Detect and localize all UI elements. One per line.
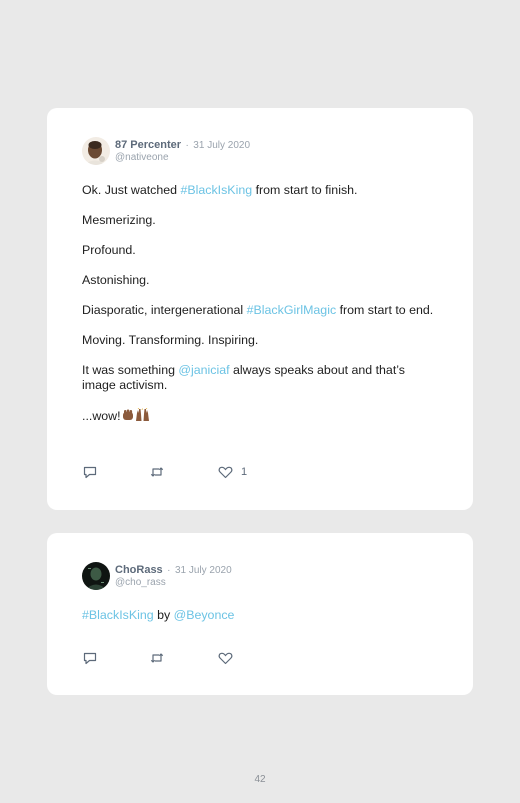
retweet-icon [149,464,165,480]
reply-button[interactable] [82,464,98,480]
author-info: 87 Percenter · 31 July 2020 @nativeone [115,138,250,164]
text-run: Diasporatic, intergenerational [82,303,247,317]
tweet-paragraph: Profound. [82,243,136,257]
text-run: by [153,608,174,622]
tweet-actions: 1 [82,464,282,480]
tweet-paragraph: Astonishing. [82,273,150,287]
retweet-button[interactable] [149,464,165,480]
avatar[interactable] [82,137,110,165]
separator: · [185,140,189,151]
avatar[interactable] [82,562,110,590]
text-run: from start to end. [336,303,434,317]
tweet-date[interactable]: 31 July 2020 [175,565,232,576]
reply-icon [82,464,98,480]
author-name[interactable]: ChoRass [115,564,163,576]
text-run: ...wow! [82,409,121,423]
tweet-paragraph: Mesmerizing. [82,213,156,227]
author-handle[interactable]: @nativeone [115,152,250,164]
author-name[interactable]: 87 Percenter [115,139,181,151]
tweet-text: #BlackIsKing by @Beyonce [82,608,437,638]
separator: · [167,565,171,576]
tweet-actions [82,650,282,666]
author-info: ChoRass · 31 July 2020 @cho_rass [115,563,232,589]
tweet-text: Ok. Just watched #BlackIsKing from start… [82,183,437,441]
hashtag-link[interactable]: #BlackIsKing [82,608,154,622]
reply-icon [82,650,98,666]
hashtag-link[interactable]: #BlackIsKing [180,183,252,197]
raised-fist-emoji-icon [121,408,135,426]
tweet-paragraph: Moving. Transforming. Inspiring. [82,333,259,347]
tweet-paragraph: Ok. Just watched #BlackIsKing from start… [82,183,437,198]
mention-link[interactable]: @janiciaf [178,363,229,377]
tweet-header: ChoRass · 31 July 2020 @cho_rass [82,561,232,591]
mention-link[interactable]: @Beyonce [174,608,235,622]
heart-icon [218,465,233,479]
tweet-header: 87 Percenter · 31 July 2020 @nativeone [82,136,250,166]
retweet-button[interactable] [149,650,165,666]
tweet-card: ChoRass · 31 July 2020 @cho_rass #BlackI… [47,533,473,695]
like-button[interactable]: 1 [218,464,247,480]
raised-hands-emoji-icon [135,407,150,426]
text-run: Ok. Just watched [82,183,181,197]
hashtag-link[interactable]: #BlackGirlMagic [247,303,337,317]
tweet-paragraph: Diasporatic, intergenerational #BlackGir… [82,303,437,318]
tweet-paragraph: It was something @janiciaf always speaks… [82,363,437,393]
text-run: It was something [82,363,179,377]
heart-icon [218,651,233,665]
tweet-paragraph: #BlackIsKing by @Beyonce [82,608,437,623]
tweet-date[interactable]: 31 July 2020 [193,140,250,151]
reply-button[interactable] [82,650,98,666]
like-count: 1 [241,466,248,478]
like-button[interactable] [218,650,233,666]
retweet-icon [149,650,165,666]
author-handle[interactable]: @cho_rass [115,577,232,589]
page-number: 42 [254,774,266,785]
tweet-card: 87 Percenter · 31 July 2020 @nativeone O… [47,108,473,510]
tweet-paragraph: ...wow! [82,407,437,426]
text-run: from start to finish. [252,183,358,197]
